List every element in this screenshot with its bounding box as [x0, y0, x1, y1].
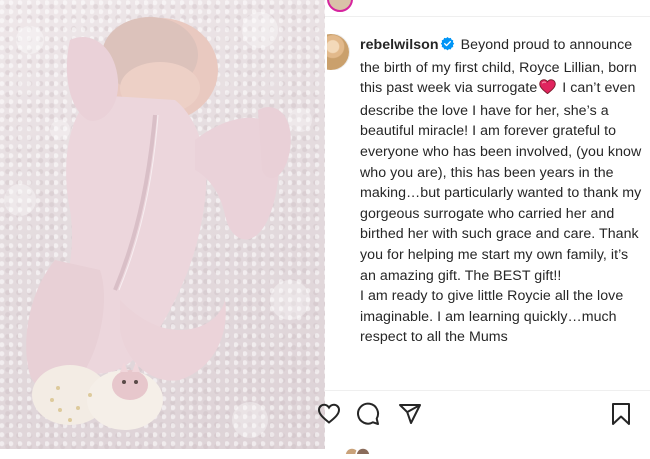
caption-username[interactable]: rebelwilson: [360, 37, 439, 53]
header-avatar[interactable]: [327, 0, 353, 12]
red-heart-emoji-icon: [539, 79, 557, 101]
actions-divider: [325, 390, 650, 391]
comment-bubble-icon[interactable]: [356, 402, 380, 431]
post-photo[interactable]: [0, 0, 325, 449]
caption-body-text: I can’t even describe the love I have fo…: [360, 80, 642, 284]
heart-outline-icon[interactable]: [317, 402, 341, 431]
paper-plane-icon[interactable]: [398, 402, 422, 431]
post-side-panel: rebelwilson Beyond proud to announce the…: [317, 0, 650, 459]
caption-paragraph-2: I am ready to give little Roycie all the…: [360, 288, 624, 346]
verified-badge-icon: [440, 36, 455, 58]
avatar-image: [327, 34, 349, 70]
post-actions-bar: [317, 398, 650, 432]
header-divider: [325, 16, 650, 17]
likes-avatars-partial[interactable]: [344, 441, 375, 459]
bookmark-icon[interactable]: [609, 402, 633, 431]
caption-paragraph-1: rebelwilson Beyond proud to announce the…: [360, 35, 643, 286]
caption-avatar[interactable]: [327, 34, 351, 70]
post-caption: rebelwilson Beyond proud to announce the…: [360, 35, 643, 348]
baby-photo-illustration: [4, 12, 312, 438]
